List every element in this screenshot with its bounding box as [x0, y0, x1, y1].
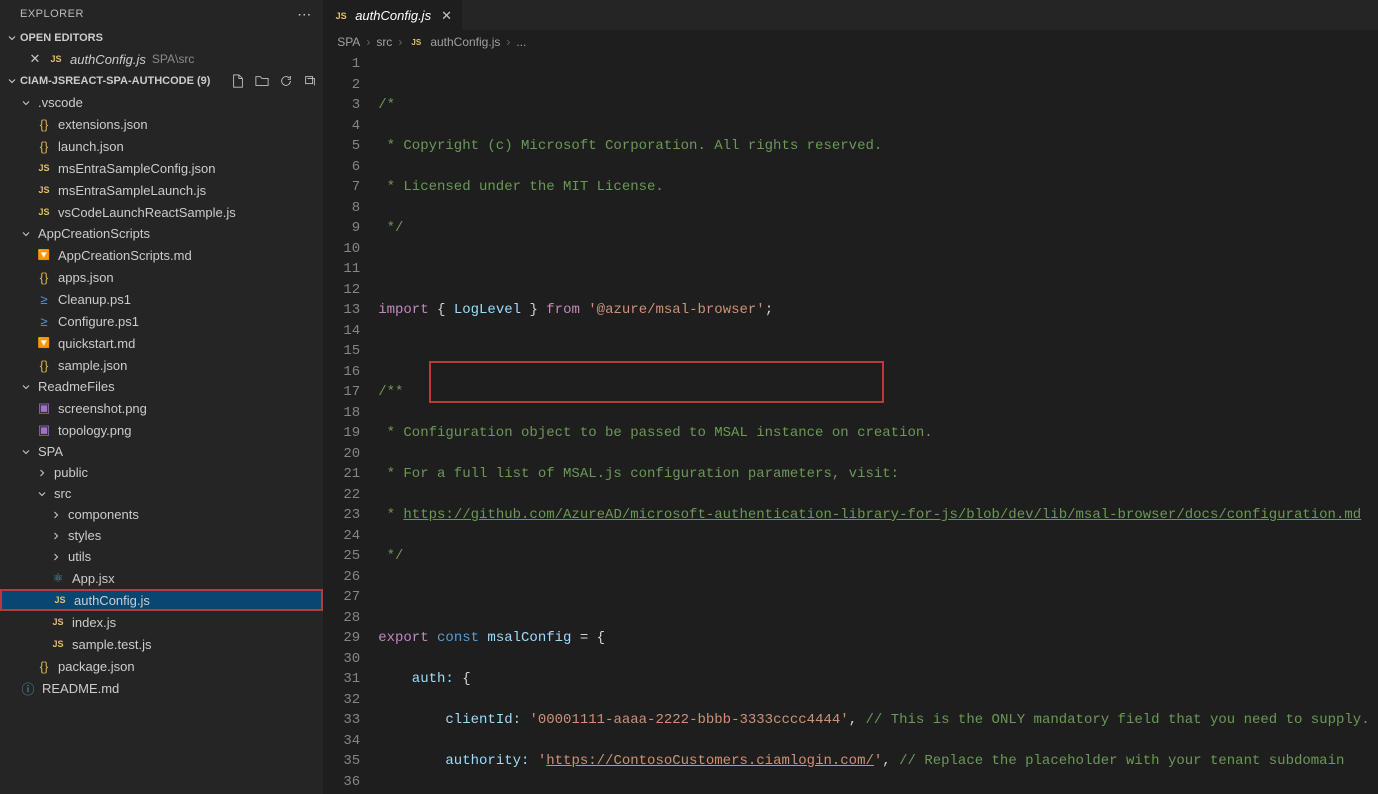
editor-area: JS authConfig.js ✕ SPA › src › JS authConf… — [323, 0, 1378, 794]
folder-spa[interactable]: SPA — [0, 441, 323, 462]
breadcrumb-more[interactable]: ... — [516, 35, 526, 49]
file-vscode-launch-react[interactable]: JSvsCodeLaunchReactSample.js — [0, 201, 323, 223]
line-numbers: 1234567891011121314151617181920212223242… — [323, 54, 378, 794]
project-section[interactable]: CIAM-JSREACT-SPA-AUTHCODE (9) — [0, 70, 323, 92]
chevron-down-icon — [20, 97, 32, 109]
file-apps-json[interactable]: {}apps.json — [0, 266, 323, 288]
chevron-down-icon — [20, 381, 32, 393]
project-action-icons — [231, 74, 317, 88]
info-file-icon: ⓘ — [20, 680, 36, 696]
breadcrumb-spa[interactable]: SPA — [337, 35, 360, 49]
file-sample-test-js[interactable]: JSsample.test.js — [0, 633, 323, 655]
chevron-down-icon — [36, 488, 48, 500]
chevron-down-icon — [4, 32, 20, 44]
file-configure-ps1[interactable]: ≥Configure.ps1 — [0, 310, 323, 332]
chevron-right-icon: › — [398, 35, 402, 49]
file-cleanup-ps1[interactable]: ≥Cleanup.ps1 — [0, 288, 323, 310]
file-screenshot-png[interactable]: ▣screenshot.png — [0, 397, 323, 419]
chevron-right-icon — [50, 551, 62, 563]
js-file-icon: JS — [48, 51, 64, 67]
json-file-icon: {} — [36, 116, 52, 132]
collapse-all-icon[interactable] — [303, 74, 317, 88]
chevron-down-icon — [20, 228, 32, 240]
file-index-js[interactable]: JSindex.js — [0, 611, 323, 633]
js-file-icon: JS — [36, 182, 52, 198]
js-file-icon: JS — [333, 8, 349, 24]
refresh-icon[interactable] — [279, 74, 293, 88]
powershell-file-icon: ≥ — [36, 291, 52, 307]
tab-label: authConfig.js — [355, 8, 431, 23]
chevron-down-icon — [20, 446, 32, 458]
image-file-icon: ▣ — [36, 400, 52, 416]
project-label: CIAM-JSREACT-SPA-AUTHCODE (9) — [20, 75, 231, 87]
explorer-header: EXPLORER ⋯ — [0, 0, 323, 28]
folder-utils[interactable]: utils — [0, 546, 323, 567]
open-editors-section[interactable]: OPEN EDITORS — [0, 28, 323, 48]
file-app-jsx[interactable]: ⚛App.jsx — [0, 567, 323, 589]
file-appcreationscripts-md[interactable]: 🔽AppCreationScripts.md — [0, 244, 323, 266]
js-file-icon: JS — [36, 204, 52, 220]
js-file-icon: JS — [50, 636, 66, 652]
tab-authconfig[interactable]: JS authConfig.js ✕ — [323, 0, 463, 30]
chevron-right-icon — [36, 467, 48, 479]
explorer-sidebar: EXPLORER ⋯ OPEN EDITORS ✕ JS authConfig.… — [0, 0, 323, 794]
powershell-file-icon: ≥ — [36, 313, 52, 329]
file-extensions-json[interactable]: {}extensions.json — [0, 113, 323, 135]
file-sample-json[interactable]: {}sample.json — [0, 354, 323, 376]
chevron-right-icon — [50, 509, 62, 521]
code-content[interactable]: /* * Copyright (c) Microsoft Corporation… — [378, 54, 1378, 794]
folder-src[interactable]: src — [0, 483, 323, 504]
file-msentra-config[interactable]: JSmsEntraSampleConfig.json — [0, 157, 323, 179]
file-topology-png[interactable]: ▣topology.png — [0, 419, 323, 441]
md-file-icon: 🔽 — [36, 335, 52, 351]
folder-public[interactable]: public — [0, 462, 323, 483]
file-launch-json[interactable]: {}launch.json — [0, 135, 323, 157]
breadcrumb[interactable]: SPA › src › JS authConfig.js › ... — [323, 30, 1378, 54]
folder-readmefiles[interactable]: ReadmeFiles — [0, 376, 323, 397]
file-quickstart-md[interactable]: 🔽quickstart.md — [0, 332, 323, 354]
new-file-icon[interactable] — [231, 74, 245, 88]
open-editor-filename: authConfig.js — [70, 52, 146, 67]
close-icon[interactable]: ✕ — [441, 8, 452, 24]
breadcrumb-src[interactable]: src — [376, 35, 392, 49]
js-file-icon: JS — [50, 614, 66, 630]
js-file-icon: JS — [52, 592, 68, 608]
file-msentra-launch[interactable]: JSmsEntraSampleLaunch.js — [0, 179, 323, 201]
json-file-icon: {} — [36, 357, 52, 373]
image-file-icon: ▣ — [36, 422, 52, 438]
explorer-more-icon[interactable]: ⋯ — [297, 6, 313, 23]
chevron-right-icon: › — [506, 35, 510, 49]
editor-tabs: JS authConfig.js ✕ — [323, 0, 1378, 30]
file-readme-md[interactable]: ⓘREADME.md — [0, 677, 323, 699]
folder-components[interactable]: components — [0, 504, 323, 525]
md-file-icon: 🔽 — [36, 247, 52, 263]
open-editor-item[interactable]: ✕ JS authConfig.js SPA\src — [0, 48, 323, 70]
breadcrumb-file[interactable]: authConfig.js — [430, 35, 500, 49]
explorer-title: EXPLORER — [20, 8, 84, 20]
file-package-json[interactable]: {}package.json — [0, 655, 323, 677]
open-editors-label: OPEN EDITORS — [20, 32, 317, 44]
file-authconfig-js[interactable]: JSauthConfig.js — [0, 589, 323, 611]
code-editor[interactable]: 1234567891011121314151617181920212223242… — [323, 54, 1378, 794]
chevron-right-icon: › — [366, 35, 370, 49]
chevron-down-icon — [4, 75, 20, 87]
json-file-icon: {} — [36, 138, 52, 154]
js-file-icon: JS — [36, 160, 52, 176]
json-file-icon: {} — [36, 658, 52, 674]
react-file-icon: ⚛ — [50, 570, 66, 586]
js-file-icon: JS — [408, 34, 424, 50]
folder-styles[interactable]: styles — [0, 525, 323, 546]
open-editor-path: SPA\src — [152, 52, 194, 66]
new-folder-icon[interactable] — [255, 74, 269, 88]
close-icon[interactable]: ✕ — [28, 51, 42, 67]
folder-vscode[interactable]: .vscode — [0, 92, 323, 113]
chevron-right-icon — [50, 530, 62, 542]
folder-appcreationscripts[interactable]: AppCreationScripts — [0, 223, 323, 244]
json-file-icon: {} — [36, 269, 52, 285]
